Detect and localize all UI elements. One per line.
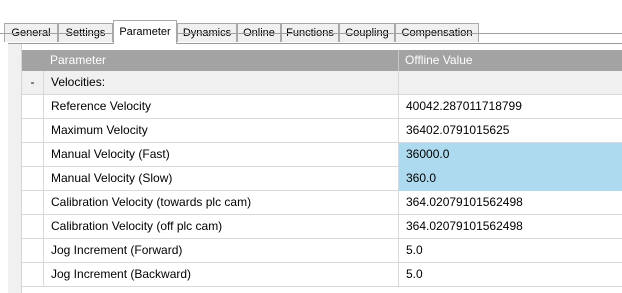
offline-value[interactable]: 36000.0: [399, 143, 622, 167]
offline-value[interactable]: 36402.0791015625: [399, 119, 622, 143]
tab-strip-divider: [0, 33, 622, 34]
column-header-offline-value[interactable]: Offline Value: [399, 50, 622, 71]
group-label: Velocities:: [44, 71, 399, 95]
group-value-cell: [399, 71, 622, 95]
offline-value[interactable]: 40042.287011718799: [399, 95, 622, 119]
parameter-name: Reference Velocity: [44, 95, 399, 119]
row-marker: [22, 167, 44, 191]
parameter-window: General Settings Parameter Dynamics Onli…: [0, 0, 622, 293]
row-marker: [22, 215, 44, 239]
offline-value[interactable]: 5.0: [399, 263, 622, 287]
parameter-name: Jog Increment (Backward): [44, 263, 399, 287]
grid-row-header-gutter: [8, 44, 22, 293]
table-row[interactable]: Jog Increment (Backward) 5.0: [22, 263, 622, 287]
table-row[interactable]: Calibration Velocity (off plc cam) 364.0…: [22, 215, 622, 239]
table-row[interactable]: Manual Velocity (Slow) 360.0: [22, 167, 622, 191]
parameter-name: Calibration Velocity (off plc cam): [44, 215, 399, 239]
column-header-parameter[interactable]: Parameter: [44, 50, 399, 71]
table-row[interactable]: Maximum Velocity 36402.0791015625: [22, 119, 622, 143]
parameter-name: Calibration Velocity (towards plc cam): [44, 191, 399, 215]
row-marker: [22, 239, 44, 263]
parameter-name: Manual Velocity (Slow): [44, 167, 399, 191]
parameter-name: Maximum Velocity: [44, 119, 399, 143]
row-marker: [22, 191, 44, 215]
offline-value[interactable]: 364.02079101562498: [399, 215, 622, 239]
tab-strip: General Settings Parameter Dynamics Onli…: [0, 10, 622, 44]
tab-parameter[interactable]: Parameter: [113, 20, 177, 44]
offline-value[interactable]: 5.0: [399, 239, 622, 263]
table-row[interactable]: Manual Velocity (Fast) 36000.0: [22, 143, 622, 167]
grid-header-row: Parameter Offline Value: [22, 50, 622, 71]
parameter-name: Jog Increment (Forward): [44, 239, 399, 263]
table-row[interactable]: Calibration Velocity (towards plc cam) 3…: [22, 191, 622, 215]
parameter-name: Manual Velocity (Fast): [44, 143, 399, 167]
row-marker: [22, 263, 44, 287]
row-marker: [22, 143, 44, 167]
offline-value[interactable]: 360.0: [399, 167, 622, 191]
table-row[interactable]: Jog Increment (Forward) 5.0: [22, 239, 622, 263]
offline-value[interactable]: 364.02079101562498: [399, 191, 622, 215]
group-row-velocities[interactable]: - Velocities:: [22, 71, 622, 95]
collapse-toggle[interactable]: -: [22, 71, 44, 95]
row-marker: [22, 119, 44, 143]
row-marker: [22, 95, 44, 119]
table-row[interactable]: Reference Velocity 40042.287011718799: [22, 95, 622, 119]
